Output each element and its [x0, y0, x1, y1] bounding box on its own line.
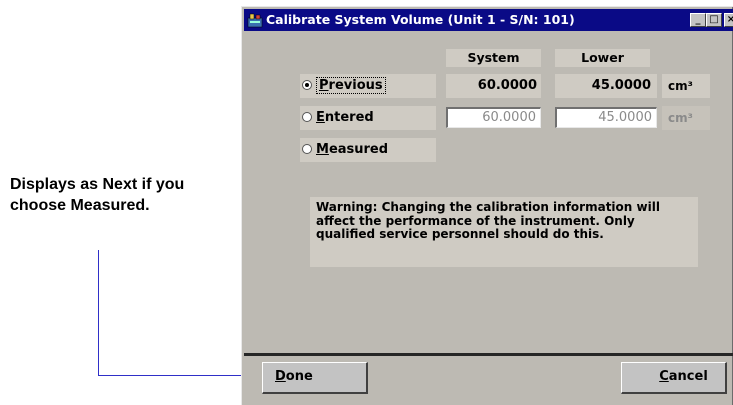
callout-line-vertical — [98, 250, 99, 376]
radio-measured-label: Measured — [316, 142, 389, 157]
radio-selected-icon[interactable] — [302, 80, 312, 90]
callout-annotation-text: Displays as Next if you choose Measured. — [10, 176, 185, 214]
entered-lower-field[interactable]: 45.0000 — [555, 107, 657, 128]
app-icon — [247, 13, 263, 28]
entered-system-field[interactable]: 60.0000 — [446, 107, 541, 128]
callout-line-horizontal — [98, 375, 261, 376]
radio-unselected-icon[interactable] — [302, 112, 312, 122]
previous-system-value: 60.0000 — [446, 74, 541, 98]
previous-lower-value: 45.0000 — [555, 74, 657, 98]
cancel-button[interactable]: Cancel — [621, 362, 727, 394]
radio-entered[interactable]: Entered — [300, 106, 436, 130]
radio-previous[interactable]: Previous — [300, 74, 436, 98]
maximize-button[interactable]: □ — [706, 13, 722, 27]
button-bar-divider — [244, 353, 733, 356]
radio-previous-label: Previous — [316, 77, 386, 94]
radio-unselected-icon[interactable] — [302, 144, 312, 154]
previous-unit-label: cm³ — [662, 74, 710, 98]
column-header-system: System — [446, 49, 541, 67]
close-button[interactable]: × — [724, 13, 733, 27]
radio-entered-label: Entered — [316, 110, 374, 125]
entered-unit-label: cm³ — [662, 106, 710, 130]
title-bar[interactable]: Calibrate System Volume (Unit 1 - S/N: 1… — [244, 9, 733, 31]
window-title: Calibrate System Volume (Unit 1 - S/N: 1… — [266, 12, 575, 27]
warning-message: Warning: Changing the calibration inform… — [310, 197, 698, 267]
minimize-button[interactable]: _ — [690, 13, 706, 27]
done-button[interactable]: Done — [262, 362, 368, 394]
column-header-lower: Lower — [555, 49, 650, 67]
radio-measured[interactable]: Measured — [300, 138, 436, 162]
calibrate-dialog: Calibrate System Volume (Unit 1 - S/N: 1… — [241, 6, 733, 405]
